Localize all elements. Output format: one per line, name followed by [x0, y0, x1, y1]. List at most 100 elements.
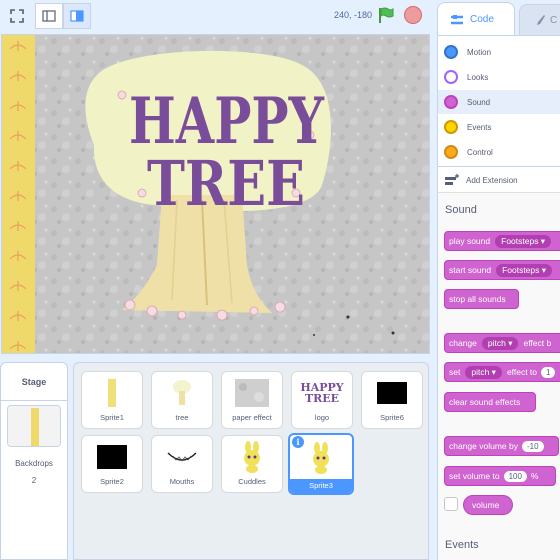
sprite-name: Sprite3 — [290, 479, 352, 493]
block-text: clear sound effects — [449, 397, 521, 407]
block-set-pitch[interactable]: set pitch ▾ effect to 1 — [444, 362, 560, 382]
events-section-title: Events — [445, 539, 479, 551]
block-volume-reporter[interactable]: volume — [463, 495, 513, 515]
sprite-name: logo — [314, 413, 330, 422]
sprite-name: Mouths — [169, 477, 195, 486]
block-change-pitch[interactable]: change pitch ▾ effect b — [444, 333, 560, 353]
sprite-thumbnail — [152, 440, 212, 474]
sprite-thumbnail — [82, 440, 142, 474]
block-play-sound[interactable]: play sound Footsteps ▾ — [444, 231, 560, 251]
category-label: Events — [467, 122, 492, 132]
block-change-volume[interactable]: change volume by -10 — [444, 436, 559, 456]
sprite-thumbnail: HAPPY TREE — [292, 376, 352, 410]
looks-dot-icon — [444, 70, 458, 84]
sprite-thumbnail — [362, 376, 422, 410]
category-control[interactable]: Control — [438, 140, 560, 164]
sprite-tile-tree[interactable]: tree — [151, 371, 213, 429]
code-icon — [451, 14, 463, 24]
small-stage-button[interactable] — [35, 3, 63, 29]
stage-panel-title: Stage — [1, 363, 67, 401]
green-flag-icon[interactable] — [375, 4, 397, 26]
category-label: Control — [467, 147, 493, 157]
sprite-tile-sprite6[interactable]: Sprite6 — [361, 371, 423, 429]
block-stop-all-sounds[interactable]: stop all sounds — [444, 289, 519, 309]
block-text: set volume to — [449, 471, 500, 481]
block-text: volume — [472, 500, 500, 510]
backdrops-label: Backdrops — [15, 459, 53, 468]
add-extension-label: Add Extension — [466, 175, 518, 185]
backdrops-count: 2 — [31, 476, 37, 485]
sprite-tile-sprite3[interactable]: i Sprite3 — [288, 433, 354, 495]
sprite-name: Sprite2 — [100, 477, 124, 486]
large-stage-button[interactable] — [63, 3, 91, 29]
sprite-thumbnail — [222, 376, 282, 410]
sound-dropdown[interactable]: Footsteps ▾ — [496, 263, 553, 277]
block-palette: Sound play sound Footsteps ▾ start sound… — [437, 192, 560, 560]
tab-code-label: Code — [470, 14, 494, 25]
control-dot-icon — [444, 145, 458, 159]
block-categories: Motion Looks Sound Events Control Add Ex… — [437, 35, 560, 192]
stage-thumbnail[interactable] — [7, 405, 61, 447]
tab-costumes-label: C — [550, 14, 558, 26]
sound-dot-icon — [444, 95, 458, 109]
block-text: stop all sounds — [449, 294, 506, 304]
effect-dropdown[interactable]: pitch ▾ — [465, 365, 502, 379]
sprite-thumbnail — [82, 376, 142, 410]
sprite-thumbnail — [152, 376, 212, 410]
large-stage-icon — [70, 10, 84, 22]
stage-canvas[interactable]: HAPPY TREE — [1, 34, 430, 354]
scratch-editor: 240, -180 HAPPY TREE Stage Backdrops 2 S… — [0, 0, 560, 560]
sprite-thumbnail — [222, 440, 282, 474]
block-text: play sound — [449, 236, 491, 246]
sprite-tile-sprite2[interactable]: Sprite2 — [81, 435, 143, 493]
block-text: change volume by — [449, 441, 518, 451]
block-clear-sound-effects[interactable]: clear sound effects — [444, 392, 536, 412]
small-stage-icon — [42, 10, 56, 22]
sprite-list: Sprite1 tree paper effect HAPPY TREE log… — [73, 362, 429, 560]
sprite-name: Sprite6 — [380, 413, 404, 422]
category-events[interactable]: Events — [438, 115, 560, 139]
block-start-sound[interactable]: start sound Footsteps ▾ — [444, 260, 560, 280]
events-dot-icon — [444, 120, 458, 134]
sound-section-title: Sound — [445, 204, 477, 216]
block-set-volume[interactable]: set volume to 100 % — [444, 466, 556, 486]
category-sound[interactable]: Sound — [438, 90, 560, 114]
effect-dropdown[interactable]: pitch ▾ — [481, 336, 519, 350]
category-label: Motion — [467, 47, 492, 57]
block-text: effect to — [506, 367, 538, 377]
block-text: effect b — [523, 338, 552, 348]
tab-costumes[interactable]: C — [519, 4, 560, 36]
category-motion[interactable]: Motion — [438, 40, 560, 64]
sprite-tile-logo[interactable]: HAPPY TREE logo — [291, 371, 353, 429]
sprite-name: Cuddles — [238, 477, 266, 486]
fullscreen-icon[interactable] — [3, 3, 31, 29]
tab-code[interactable]: Code — [437, 2, 515, 36]
sprite-tile-cuddles[interactable]: Cuddles — [221, 435, 283, 493]
motion-dot-icon — [444, 45, 458, 59]
stop-icon[interactable] — [404, 6, 422, 24]
logo-thumb-line2: TREE — [304, 392, 340, 405]
add-extension-button[interactable]: Add Extension — [438, 166, 560, 193]
brush-icon — [537, 15, 545, 25]
stage-toolbar: 240, -180 — [0, 0, 435, 33]
extension-icon — [445, 174, 459, 185]
value-input[interactable]: 100 — [503, 470, 527, 482]
value-input[interactable]: -10 — [522, 440, 544, 452]
volume-checkbox[interactable] — [444, 497, 458, 511]
stage-title-line2: TREE — [147, 147, 305, 220]
value-input[interactable]: 1 — [541, 366, 556, 378]
sprite-tile-paper-effect[interactable]: paper effect — [221, 371, 283, 429]
mouse-coords: 240, -180 — [334, 10, 373, 20]
sprite-tile-sprite1[interactable]: Sprite1 — [81, 371, 143, 429]
category-looks[interactable]: Looks — [438, 65, 560, 89]
category-label: Looks — [467, 72, 489, 82]
sprite-name: tree — [175, 413, 189, 422]
sprite-name: Sprite1 — [100, 413, 124, 422]
block-text: start sound — [449, 265, 492, 275]
category-label: Sound — [467, 97, 491, 107]
sound-dropdown[interactable]: Footsteps ▾ — [495, 234, 552, 248]
block-text: set — [449, 367, 461, 377]
sprite-tile-mouths[interactable]: Mouths — [151, 435, 213, 493]
sprite-name: paper effect — [232, 413, 272, 422]
block-text: % — [530, 471, 539, 481]
